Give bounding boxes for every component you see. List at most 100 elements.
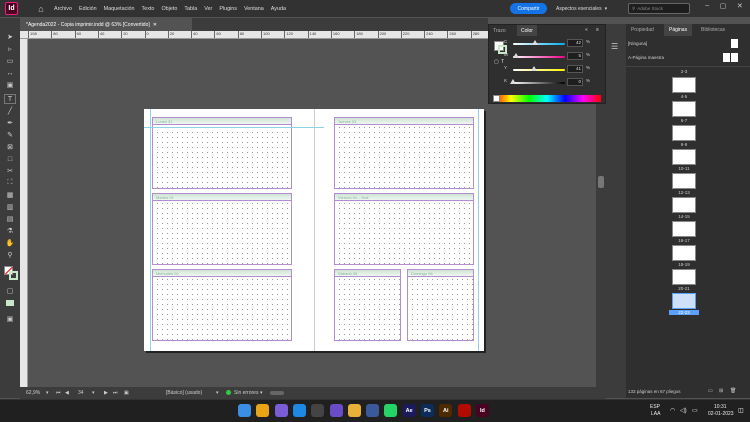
notification-icon[interactable]: ◫ — [738, 407, 744, 414]
zoom-level[interactable]: 62,9% — [26, 390, 40, 396]
slider-knob[interactable] — [510, 79, 516, 84]
chrome-icon[interactable] — [256, 404, 270, 417]
last-page-icon[interactable]: ⏭ — [113, 390, 118, 396]
tab-stroke[interactable]: Trazo — [489, 25, 510, 36]
pencil-tool-icon[interactable]: ✎ — [4, 130, 16, 140]
page-thumb-label[interactable]: 14-15 — [669, 214, 699, 219]
color-spectrum[interactable] — [493, 95, 601, 102]
menu-item[interactable]: Ver — [204, 6, 212, 12]
chevron-down-icon[interactable]: ▾ — [46, 390, 49, 396]
rectangle-tool-icon[interactable]: □ — [4, 154, 16, 164]
indesign-icon[interactable]: Id — [475, 404, 489, 417]
panel-menu-icon[interactable]: ≡ — [596, 27, 599, 33]
minimize-icon[interactable]: – — [705, 2, 709, 14]
hand-tool-icon[interactable]: ✋ — [4, 238, 16, 248]
page-size-icon[interactable]: ▭ — [708, 388, 713, 394]
menu-item[interactable]: Archivo — [54, 6, 72, 12]
page-thumb-label[interactable]: 10-11 — [669, 166, 699, 171]
page-thumb[interactable] — [672, 101, 696, 117]
windows-start-icon[interactable] — [238, 404, 251, 417]
page-number[interactable]: 34 — [78, 390, 84, 396]
scissors-tool-icon[interactable]: ✂ — [4, 166, 16, 176]
clock-time[interactable]: 10:31 — [714, 404, 727, 410]
color-slider[interactable] — [513, 56, 565, 58]
page-thumb-label[interactable]: 4-5 — [669, 94, 699, 99]
day-box[interactable]: Domingo 06 — [407, 269, 474, 341]
previous-page-icon[interactable]: ◀ — [65, 390, 69, 396]
gap-tool-icon[interactable]: ↔ — [4, 68, 16, 78]
master-page[interactable]: A-Página maestra — [628, 55, 664, 60]
page-thumb-label[interactable]: 18-19 — [669, 262, 699, 267]
free-transform-tool-icon[interactable]: ⛶ — [4, 178, 16, 188]
page-thumb-label[interactable]: 12-13 — [669, 190, 699, 195]
menu-item[interactable]: Objeto — [161, 6, 177, 12]
next-page-icon[interactable]: ▶ — [104, 390, 108, 396]
adobe-stock-search[interactable]: ⚲ Adobe Stock — [628, 3, 690, 14]
slider-knob[interactable] — [531, 40, 538, 45]
page-tool-icon[interactable]: ▭ — [4, 56, 16, 66]
color-slider[interactable] — [513, 43, 565, 45]
store-icon[interactable] — [366, 404, 380, 417]
gradient-feather-tool-icon[interactable]: ▥ — [4, 202, 16, 212]
delete-page-icon[interactable]: 🗑 — [730, 388, 736, 394]
home-icon[interactable]: ⌂ — [34, 2, 48, 16]
page-thumb[interactable] — [672, 269, 696, 285]
line-tool-icon[interactable]: ╱ — [4, 106, 16, 116]
chevron-down-icon[interactable]: ▾ — [260, 390, 263, 396]
photoshop-icon[interactable]: Ps — [421, 404, 434, 417]
note-tool-icon[interactable]: ▤ — [4, 214, 16, 224]
eyedropper-tool-icon[interactable]: ⚗ — [4, 226, 16, 236]
illustrator-icon[interactable]: Ai — [439, 404, 453, 417]
slider-value-input[interactable]: 41 — [567, 65, 583, 73]
day-box[interactable]: Martes 01 — [152, 193, 292, 265]
menu-item[interactable]: Plugins — [219, 6, 237, 12]
menu-item[interactable]: Ventana — [244, 6, 264, 12]
battery-icon[interactable]: ▭ — [692, 407, 698, 414]
edge-icon[interactable] — [292, 404, 306, 417]
share-button[interactable]: Compartir — [510, 3, 547, 14]
folder-icon[interactable] — [347, 404, 361, 417]
tab-color[interactable]: Color — [517, 25, 537, 36]
language[interactable]: ESP — [650, 404, 660, 410]
color-slider[interactable] — [513, 82, 565, 84]
document-tab[interactable]: *Agenda2022 - Copia imprimir.indd @ 63% … — [20, 18, 192, 31]
layers-icon[interactable]: ☰ — [611, 42, 618, 51]
slider-value-input[interactable]: 0 — [567, 78, 583, 86]
page-thumb-label[interactable]: 22-23 — [669, 310, 699, 315]
slider-knob[interactable] — [531, 66, 538, 71]
page-thumb-label[interactable]: 20-21 — [669, 286, 699, 291]
none-master[interactable]: [Ninguna] — [628, 41, 647, 46]
horizontal-scrollbar[interactable] — [270, 391, 284, 395]
zoom-tool-icon[interactable]: ⚲ — [4, 250, 16, 260]
new-page-icon[interactable]: ⊞ — [719, 388, 723, 394]
day-box[interactable]: Sábado 05 — [334, 269, 401, 341]
master-page-icon[interactable]: ▣ — [124, 390, 129, 396]
menu-item[interactable]: Edición — [79, 6, 97, 12]
page-thumb-label[interactable]: 16-17 — [669, 238, 699, 243]
master-thumb[interactable] — [731, 53, 738, 62]
formatting-container-icon[interactable]: ▢ — [494, 59, 499, 65]
tab-pages[interactable]: Páginas — [664, 24, 693, 36]
acrobat-icon[interactable] — [457, 404, 471, 417]
slider-value-input[interactable]: 42 — [567, 39, 583, 47]
day-box[interactable]: Jueves 03 — [334, 117, 474, 189]
wifi-icon[interactable]: ◠ — [670, 407, 675, 414]
collapse-icon[interactable]: « — [585, 27, 588, 33]
page-thumb[interactable] — [672, 173, 696, 189]
volume-icon[interactable]: ◁) — [680, 407, 687, 414]
slider-knob[interactable] — [512, 53, 519, 58]
tab-libraries[interactable]: Bibliotecas — [696, 24, 730, 36]
menu-item[interactable]: Tabla — [184, 6, 197, 12]
rectangle-frame-tool-icon[interactable]: ⊠ — [4, 142, 16, 152]
maximize-icon[interactable]: ▢ — [720, 2, 727, 14]
day-box[interactable]: Viernes 04 – Hoil — [334, 193, 474, 265]
copilot-icon[interactable] — [274, 404, 288, 417]
gradient-swatch-tool-icon[interactable]: ▦ — [4, 190, 16, 200]
after-effects-icon[interactable]: Ae — [402, 404, 416, 417]
none-swatch[interactable] — [493, 95, 500, 102]
master-thumb[interactable] — [723, 53, 730, 62]
page-thumb[interactable] — [672, 125, 696, 141]
chevron-down-icon[interactable]: ▾ — [216, 390, 219, 396]
fill-stroke-swatch-icon[interactable] — [4, 266, 18, 280]
apply-color-icon[interactable] — [4, 298, 16, 308]
